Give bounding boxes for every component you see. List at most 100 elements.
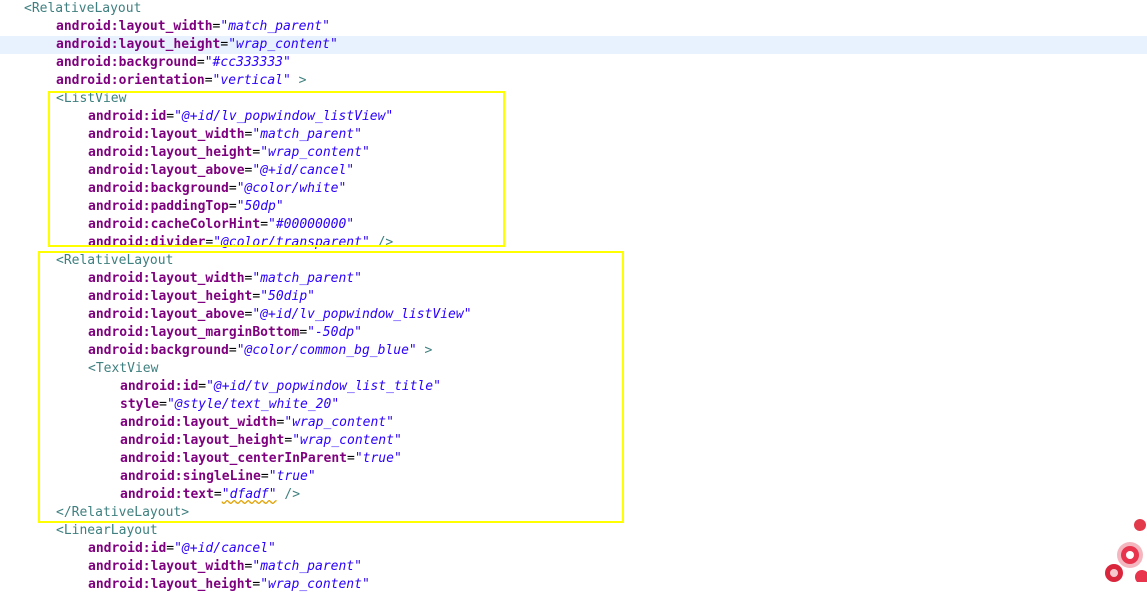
xml-attribute-value: "vertical" <box>212 73 291 88</box>
xml-tag-close: > <box>290 73 307 88</box>
xml-attribute-name: android:layout_width <box>56 19 213 34</box>
xml-attribute-value: "true" <box>268 469 316 484</box>
xml-equals: = <box>299 325 308 340</box>
code-line[interactable]: <TextView <box>0 360 1147 378</box>
xml-tag-close: /> <box>369 235 394 250</box>
xml-attribute-name: android:id <box>88 109 167 124</box>
decorative-flower-image <box>1100 515 1147 582</box>
xml-attribute-name: android:cacheColorHint <box>88 217 261 232</box>
xml-attribute-value: "match_parent" <box>252 271 362 286</box>
xml-tag: <TextView <box>88 361 159 376</box>
xml-equals: = <box>228 343 237 358</box>
code-line[interactable]: android:layout_width="wrap_content" <box>0 414 1147 432</box>
xml-attribute-value: "@style/text_white_20" <box>166 397 340 412</box>
xml-attribute-value: "wrap_content" <box>292 433 402 448</box>
xml-equals: = <box>166 541 175 556</box>
code-line[interactable]: android:layout_height="wrap_content" <box>0 432 1147 450</box>
xml-attribute-name: android:id <box>88 541 167 556</box>
xml-tag: <RelativeLayout <box>56 253 174 268</box>
code-line[interactable]: android:cacheColorHint="#00000000" <box>0 216 1147 234</box>
code-line[interactable]: style="@style/text_white_20" <box>0 396 1147 414</box>
xml-tag: <ListView <box>56 91 127 106</box>
xml-attribute-value: "wrap_content" <box>284 415 394 430</box>
xml-attribute-name: android:singleLine <box>120 469 261 484</box>
xml-attribute-name: android:layout_width <box>120 415 277 430</box>
code-line[interactable]: </RelativeLayout> <box>0 504 1147 522</box>
xml-attribute-value: "@+id/tv_popwindow_list_title" <box>206 379 441 394</box>
code-line[interactable]: android:layout_height="wrap_content" <box>0 36 1147 54</box>
code-line[interactable]: <RelativeLayout <box>0 0 1147 18</box>
code-line[interactable]: android:orientation="vertical" > <box>0 72 1147 90</box>
xml-attribute-name: android:layout_height <box>120 433 285 448</box>
code-line[interactable]: android:text="dfadf" /> <box>0 486 1147 504</box>
xml-attribute-value: "match_parent" <box>220 19 330 34</box>
xml-attribute-value: "wrap_content" <box>260 145 370 160</box>
code-line[interactable]: android:id="@+id/lv_popwindow_listView" <box>0 108 1147 126</box>
code-line[interactable]: android:layout_height="50dip" <box>0 288 1147 306</box>
xml-attribute-name: android:background <box>88 343 229 358</box>
xml-attribute-value: "@+id/lv_popwindow_listView" <box>252 307 472 322</box>
xml-attribute-value: "#00000000" <box>268 217 355 232</box>
xml-equals: = <box>196 55 205 70</box>
xml-attribute-value: "wrap_content" <box>228 37 338 52</box>
xml-attribute-name: android:layout_above <box>88 307 245 322</box>
xml-attribute-name: android:layout_height <box>88 145 253 160</box>
xml-attribute-name: android:layout_width <box>88 127 245 142</box>
xml-attribute-name: style <box>120 397 160 412</box>
xml-attribute-value: "50dp" <box>236 199 284 214</box>
code-line[interactable]: <LinearLayout <box>0 522 1147 540</box>
xml-attribute-name: android:layout_above <box>88 163 245 178</box>
code-line[interactable]: android:layout_width="match_parent" <box>0 558 1147 576</box>
code-line[interactable]: android:layout_height="wrap_content" <box>0 576 1147 594</box>
xml-attribute-name: android:paddingTop <box>88 199 229 214</box>
xml-attribute-name: android:divider <box>88 235 206 250</box>
xml-attribute-name: android:layout_centerInParent <box>120 451 347 466</box>
code-line[interactable]: android:paddingTop="50dp" <box>0 198 1147 216</box>
code-line[interactable]: android:background="@color/white" <box>0 180 1147 198</box>
xml-equals: = <box>228 199 237 214</box>
xml-equals: = <box>346 451 355 466</box>
xml-attribute-value: "@color/white" <box>236 181 347 196</box>
code-line[interactable]: <RelativeLayout <box>0 252 1147 270</box>
xml-attribute-name: android:orientation <box>56 73 205 88</box>
xml-equals: = <box>213 487 222 502</box>
code-line[interactable]: android:id="@+id/cancel" <box>0 540 1147 558</box>
xml-tag: </RelativeLayout> <box>56 505 190 520</box>
code-line[interactable]: android:layout_width="match_parent" <box>0 18 1147 36</box>
xml-attribute-value: "@color/transparent" <box>213 235 370 250</box>
xml-attribute-name: android:layout_marginBottom <box>88 325 300 340</box>
code-line[interactable]: android:layout_height="wrap_content" <box>0 144 1147 162</box>
xml-attribute-value: "@+id/lv_popwindow_listView" <box>174 109 394 124</box>
code-line[interactable]: android:layout_above="@+id/lv_popwindow_… <box>0 306 1147 324</box>
xml-attribute-value: "@+id/cancel" <box>252 163 355 178</box>
code-line[interactable]: android:background="@color/common_bg_blu… <box>0 342 1147 360</box>
xml-attribute-name: android:background <box>88 181 229 196</box>
xml-attribute-value: "match_parent" <box>252 127 362 142</box>
code-line[interactable]: android:layout_marginBottom="-50dp" <box>0 324 1147 342</box>
code-line[interactable]: android:background="#cc333333" <box>0 54 1147 72</box>
code-line[interactable]: android:layout_centerInParent="true" <box>0 450 1147 468</box>
code-line[interactable]: android:singleLine="true" <box>0 468 1147 486</box>
code-line[interactable]: android:id="@+id/tv_popwindow_list_title… <box>0 378 1147 396</box>
code-line[interactable]: <ListView <box>0 90 1147 108</box>
xml-equals: = <box>228 181 237 196</box>
code-line[interactable]: android:layout_width="match_parent" <box>0 270 1147 288</box>
xml-attribute-value: "match_parent" <box>252 559 362 574</box>
xml-tag: <RelativeLayout <box>24 1 142 16</box>
xml-attribute-value: "true" <box>354 451 402 466</box>
xml-attribute-name: android:layout_height <box>56 37 221 52</box>
xml-attribute-name: android:layout_width <box>88 559 245 574</box>
xml-attribute-name: android:background <box>56 55 197 70</box>
xml-attribute-value: "-50dp" <box>307 325 362 340</box>
code-line[interactable]: android:layout_width="match_parent" <box>0 126 1147 144</box>
xml-attribute-name: android:layout_height <box>88 289 253 304</box>
xml-code-editor[interactable]: <RelativeLayout android:layout_width="mat… <box>0 0 1147 592</box>
xml-equals: = <box>198 379 207 394</box>
xml-tag-close: > <box>416 343 433 358</box>
code-line[interactable]: android:divider="@color/transparent" /> <box>0 234 1147 252</box>
xml-attribute-name: android:layout_width <box>88 271 245 286</box>
code-line[interactable]: android:layout_above="@+id/cancel" <box>0 162 1147 180</box>
xml-attribute-name: android:layout_height <box>88 577 253 592</box>
xml-tag: <LinearLayout <box>56 523 158 538</box>
xml-equals: = <box>159 397 167 412</box>
